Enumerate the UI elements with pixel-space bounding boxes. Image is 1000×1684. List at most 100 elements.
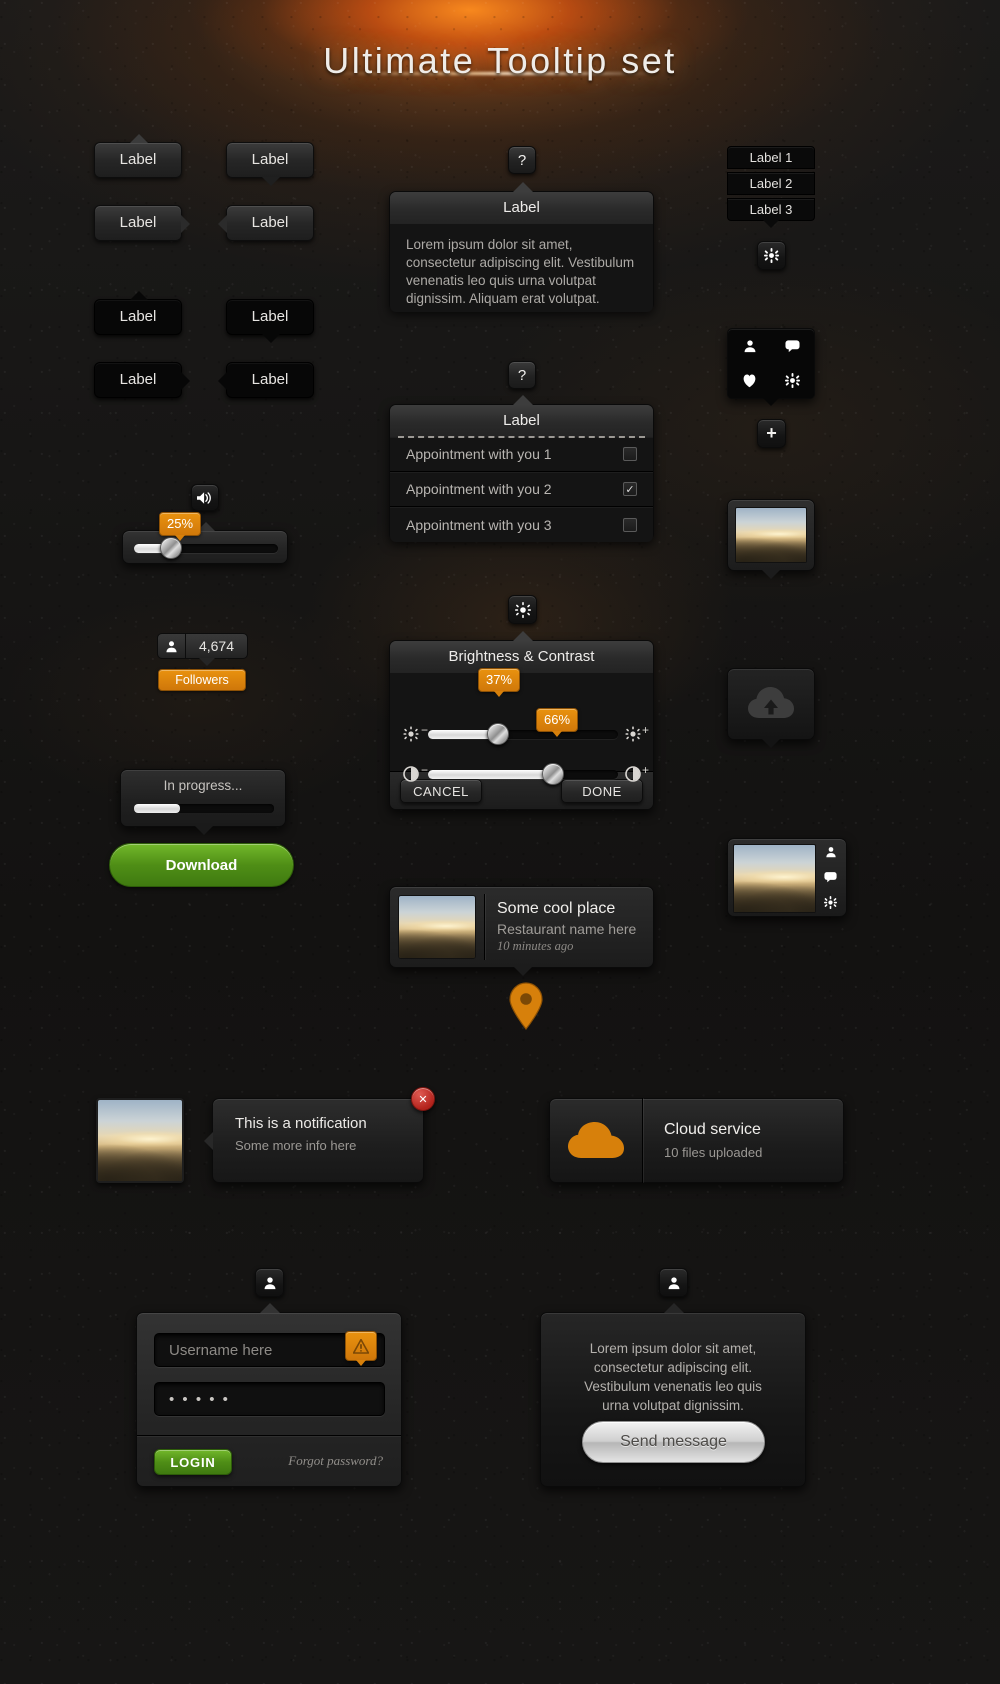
arrow-up-icon — [513, 631, 533, 641]
label-tooltip-text: Label — [119, 308, 157, 325]
comment-icon — [785, 340, 800, 353]
cloud-text: Cloud service 10 files uploaded — [643, 1121, 762, 1160]
label-tooltip-top-grey[interactable]: Label — [94, 134, 182, 178]
appointment-checkbox-checked[interactable]: ✓ — [623, 482, 637, 496]
map-pin[interactable] — [507, 982, 545, 1035]
lorem-tooltip-header: Label — [390, 182, 653, 224]
login-divider — [137, 1435, 401, 1436]
gear-icon — [785, 373, 800, 389]
icon-grid-panel — [727, 328, 815, 406]
followers-label: Followers — [175, 673, 229, 687]
icon-grid-gear[interactable] — [771, 364, 814, 399]
login-button[interactable]: LOGIN — [154, 1449, 232, 1475]
password-input[interactable]: • • • • • — [154, 1382, 385, 1416]
lorem-tooltip-body: Lorem ipsum dolor sit amet, consectetur … — [390, 224, 653, 312]
stack-item-label: Label 1 — [749, 150, 793, 165]
brightness-panel-title: Brightness & Contrast — [448, 648, 595, 665]
contrast-slider-knob[interactable] — [542, 763, 564, 785]
brightness-slider-knob[interactable] — [487, 723, 509, 745]
login-warning-badge[interactable] — [345, 1331, 377, 1366]
place-text: Some cool place Restaurant name here 10 … — [497, 900, 645, 954]
cloud-upload-tooltip[interactable] — [727, 668, 815, 748]
close-icon: ✕ — [418, 1093, 428, 1106]
appointment-row[interactable]: Appointment with you 3 — [390, 507, 653, 542]
user-icon — [264, 1276, 275, 1289]
speaker-icon-button[interactable] — [191, 484, 219, 511]
place-card[interactable]: Some cool place Restaurant name here 10 … — [389, 886, 654, 976]
login-user-icon-button[interactable] — [255, 1268, 284, 1297]
notification-photo — [96, 1098, 184, 1183]
appointments-list: Appointment with you 1 Appointment with … — [390, 437, 653, 542]
label-tooltip-right-grey[interactable]: Label — [94, 205, 190, 241]
brightness-value-badge: 37% — [478, 668, 521, 697]
contrast-minus-sign: − — [421, 763, 429, 777]
label-tooltip-left-grey[interactable]: Label — [218, 205, 314, 241]
icon-grid-user[interactable] — [728, 329, 771, 364]
heart-icon — [743, 374, 756, 388]
arrow-down-icon — [763, 398, 779, 406]
map-pin-icon — [509, 982, 543, 1030]
cancel-button[interactable]: CANCEL — [400, 778, 482, 803]
login-button-label: LOGIN — [170, 1455, 216, 1470]
arrow-down-icon — [195, 826, 213, 835]
photo-thumbnail — [735, 507, 807, 563]
label-tooltip-text: Label — [251, 151, 289, 168]
appointment-row[interactable]: Appointment with you 1 — [390, 437, 653, 472]
appointment-checkbox[interactable] — [623, 517, 637, 532]
cloud-icon — [568, 1121, 624, 1158]
appointment-checkbox[interactable] — [623, 447, 637, 461]
arrow-up-icon — [260, 1303, 280, 1313]
brightness-icon-button[interactable] — [508, 595, 537, 624]
appointment-label: Appointment with you 1 — [406, 446, 552, 462]
photo-tooltip[interactable] — [727, 499, 815, 579]
stack-item-1[interactable]: Label 1 — [727, 146, 815, 169]
cloud-service-card[interactable]: Cloud service 10 files uploaded — [549, 1098, 844, 1183]
appointment-row[interactable]: Appointment with you 2 ✓ — [390, 472, 653, 507]
photo-actions-card — [727, 838, 847, 917]
photo-actions-column — [820, 844, 841, 911]
label-tooltip-left-black[interactable]: Label — [218, 362, 314, 398]
label-tooltip-bottom-grey[interactable]: Label — [226, 142, 314, 186]
stack-item-3[interactable]: Label 3 — [727, 198, 815, 228]
followers-badge[interactable]: Followers — [158, 669, 246, 691]
help-icon-button-2[interactable]: ? — [508, 361, 536, 389]
message-user-icon-button[interactable] — [659, 1268, 688, 1297]
gear-icon-button-stack[interactable] — [757, 241, 786, 270]
comment-icon[interactable] — [824, 871, 837, 883]
label-tooltip-top-black[interactable]: Label — [94, 291, 182, 335]
help-icon-button-1[interactable]: ? — [508, 146, 536, 174]
brightness-panel-body: − + − + — [390, 673, 653, 785]
notification-close-button[interactable]: ✕ — [411, 1087, 435, 1111]
volume-slider-panel — [122, 522, 288, 564]
arrow-right-icon — [181, 215, 190, 233]
label-tooltip-right-black[interactable]: Label — [94, 362, 190, 398]
page-title: Ultimate Tooltip set — [323, 40, 677, 81]
icon-grid-heart[interactable] — [728, 364, 771, 399]
place-subtitle: Restaurant name here — [497, 921, 637, 937]
gear-icon[interactable] — [824, 896, 838, 909]
progress-fill — [134, 804, 180, 813]
send-message-button[interactable]: Send message — [582, 1421, 765, 1463]
contrast-minus-icon — [403, 766, 419, 782]
notification-card[interactable]: This is a notification Some more info he… — [204, 1087, 435, 1183]
volume-value: 25% — [167, 516, 194, 531]
contrast-plus-sign: + — [642, 763, 650, 777]
appointment-label: Appointment with you 3 — [406, 516, 552, 533]
forgot-password-link[interactable]: Forgot password? — [288, 1453, 383, 1469]
user-icon[interactable] — [825, 846, 837, 858]
password-value: • • • • • — [169, 1390, 230, 1408]
label-tooltip-bottom-black[interactable]: Label — [226, 299, 314, 343]
stack-item-2[interactable]: Label 2 — [727, 172, 815, 195]
done-button[interactable]: DONE — [561, 778, 643, 803]
gear-icon — [764, 248, 779, 263]
contrast-plus-icon — [625, 766, 641, 782]
cloud-title: Cloud service — [664, 1121, 761, 1138]
arrow-up-icon — [513, 182, 533, 192]
question-mark-icon: ? — [517, 366, 527, 384]
arrow-down-icon — [262, 334, 280, 343]
download-button[interactable]: Download — [109, 843, 294, 887]
add-icon-button[interactable]: + — [757, 419, 786, 448]
progress-tooltip: In progress... — [120, 769, 286, 835]
icon-grid-comment[interactable] — [771, 329, 814, 364]
message-panel: Lorem ipsum dolor sit amet, consectetur … — [540, 1303, 806, 1487]
